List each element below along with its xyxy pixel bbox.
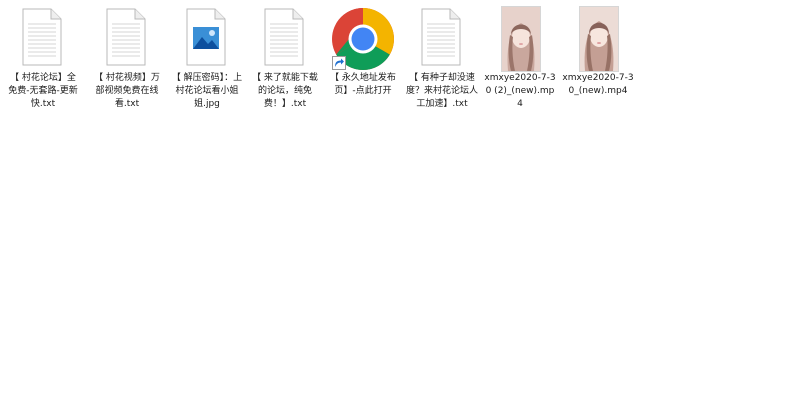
shortcut-arrow-icon: [332, 56, 346, 70]
text-document-icon: [22, 8, 62, 66]
icon-art: [405, 4, 479, 72]
file-item-1[interactable]: 【 村花论坛】全免费-无套路-更新快.txt: [6, 4, 80, 111]
file-name-label: 【 村花论坛】全免费-无套路-更新快.txt: [8, 73, 78, 109]
image-file-icon: [186, 8, 226, 66]
file-item-2[interactable]: 【 村花视频】万部视频免费在线看.txt: [90, 4, 164, 111]
text-document-icon: [264, 8, 304, 66]
video-thumbnail: [579, 6, 619, 72]
file-name-label: xmxye2020-7-30 (2)_(new).mp4: [484, 73, 556, 109]
icon-art: [483, 4, 557, 72]
icon-art: [248, 4, 322, 72]
file-name-label: 【 有种子却没速度？来村花论坛人工加速】.txt: [406, 73, 479, 109]
video-thumbnail: [501, 6, 541, 72]
icon-art: [561, 4, 635, 72]
file-item-6[interactable]: 【 有种子却没速度？来村花论坛人工加速】.txt: [405, 4, 479, 111]
file-item-8[interactable]: xmxye2020-7-30_(new).mp4: [561, 4, 635, 98]
file-item-5[interactable]: 【 永久地址发布页】-点此打开: [326, 4, 400, 98]
icon-art: [6, 4, 80, 72]
icon-art: [170, 4, 244, 72]
text-document-icon: [106, 8, 146, 66]
file-name-label: 【 来了就能下载的论坛，纯免费！】.txt: [252, 73, 318, 109]
file-explorer-view: 【 村花论坛】全免费-无套路-更新快.txt 【 村花视频】万部视频免费在线看.…: [0, 0, 800, 408]
file-name-label: 【 永久地址发布页】-点此打开: [330, 73, 396, 96]
icon-art: [90, 4, 164, 72]
icon-art: [326, 4, 400, 72]
text-document-icon: [421, 8, 461, 66]
file-name-label: 【 村花视频】万部视频免费在线看.txt: [94, 73, 160, 109]
file-item-4[interactable]: 【 来了就能下载的论坛，纯免费！】.txt: [248, 4, 322, 111]
file-name-label: 【 解压密码】：上村花论坛看小姐姐.jpg: [171, 73, 243, 109]
file-item-7[interactable]: xmxye2020-7-30 (2)_(new).mp4: [483, 4, 557, 111]
file-item-3[interactable]: 【 解压密码】：上村花论坛看小姐姐.jpg: [170, 4, 244, 111]
file-name-label: xmxye2020-7-30_(new).mp4: [562, 73, 634, 96]
